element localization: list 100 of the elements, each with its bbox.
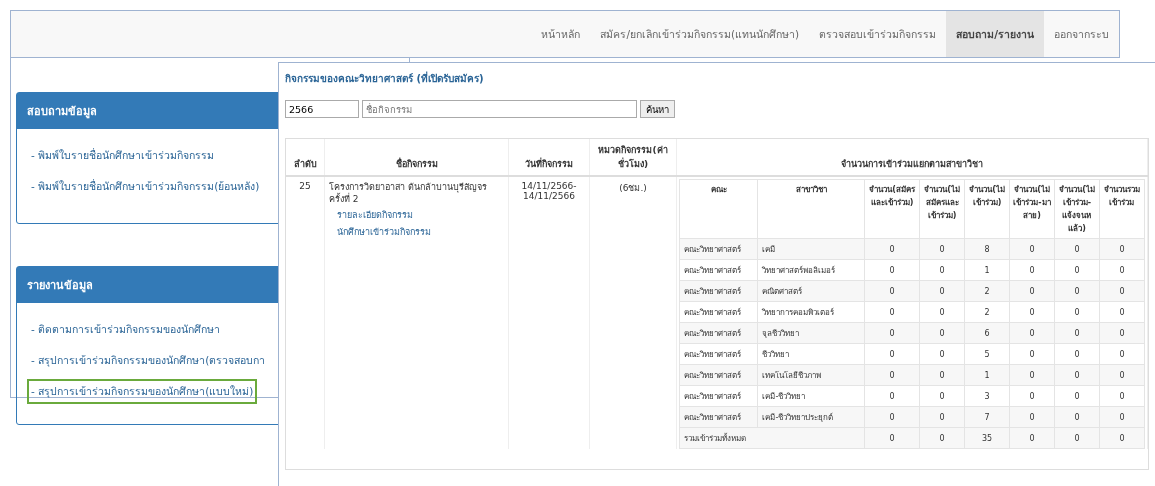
- table-cell: 0: [1054, 385, 1100, 407]
- column-header: ชื่อกิจกรรม: [324, 139, 509, 176]
- table-cell: 0: [1009, 238, 1055, 260]
- table-cell: 0: [1099, 280, 1145, 302]
- table-cell: เคมี-ชีววิทยา: [757, 385, 865, 407]
- table-cell: เทคโนโลยีชีวภาพ: [757, 364, 865, 386]
- table-cell: 0: [1099, 364, 1145, 386]
- sidebar-link[interactable]: - สรุปการเข้าร่วมกิจกรรมของนักศึกษา(ตรวจสอบกา: [27, 348, 270, 373]
- year-field[interactable]: 2566: [285, 100, 359, 118]
- table-cell: 14/11/2566-14/11/2566: [508, 176, 590, 449]
- table-cell: คณะวิทยาศาสตร์: [679, 406, 758, 428]
- table-cell: คณิตศาสตร์: [757, 280, 865, 302]
- table-cell: 7: [964, 406, 1010, 428]
- table-cell: 0: [919, 364, 965, 386]
- table-cell: 25: [286, 176, 325, 449]
- table-cell: จุลชีววิทยา: [757, 322, 865, 344]
- column-header: สาขาวิชา: [757, 179, 865, 239]
- table-cell: 0: [1054, 238, 1100, 260]
- nav-link[interactable]: ตรวจสอบเข้าร่วมกิจกรรม: [809, 11, 947, 57]
- table-cell: 0: [1099, 406, 1145, 428]
- table-cell: ชีววิทยา: [757, 343, 865, 365]
- table-cell: คณะวิทยาศาสตร์: [679, 238, 758, 260]
- table-cell: 0: [1009, 364, 1055, 386]
- table-cell: เคมี: [757, 238, 865, 260]
- table-cell: 0: [1054, 427, 1100, 449]
- table-cell: 0: [864, 238, 920, 260]
- table-cell: (6ชม.): [589, 176, 677, 449]
- table-cell: 0: [1099, 427, 1145, 449]
- table-cell: 2: [964, 301, 1010, 323]
- table-cell: 1: [964, 259, 1010, 281]
- table-cell: คณะวิทยาศาสตร์: [679, 343, 758, 365]
- table-cell: 0: [1054, 406, 1100, 428]
- table-cell: 0: [919, 427, 965, 449]
- column-header: จำนวนการเข้าร่วมแยกตามสาขาวิชา: [676, 139, 1148, 176]
- table-cell: 0: [1099, 322, 1145, 344]
- table-cell: 0: [1009, 385, 1055, 407]
- sidebar-link[interactable]: - สรุปการเข้าร่วมกิจกรรมของนักศึกษา(แบบใหม่): [27, 379, 258, 404]
- activity-link[interactable]: นักศึกษาเข้าร่วมกิจกรรม: [329, 225, 504, 240]
- table-cell: 0: [864, 427, 920, 449]
- table-cell: คณะวิทยาศาสตร์: [679, 322, 758, 344]
- table-cell: 0: [919, 301, 965, 323]
- table-cell: คณะวิทยาศาสตร์: [679, 301, 758, 323]
- table-cell: 2: [964, 280, 1010, 302]
- table-cell: 0: [1054, 364, 1100, 386]
- activity-name: โครงการวิดยาอาสา ต้นกล้าบานบุรีสัญจร ครั้งที่ 2: [329, 181, 488, 206]
- table-cell: 0: [1099, 343, 1145, 365]
- table-cell: 0: [1054, 343, 1100, 365]
- table-cell: 0: [919, 343, 965, 365]
- table-cell: 0: [864, 259, 920, 281]
- column-header: วันที่กิจกรรม: [508, 139, 590, 176]
- table-cell: 0: [1054, 301, 1100, 323]
- table-cell: 0: [1054, 280, 1100, 302]
- table-cell: 0: [864, 343, 920, 365]
- table-cell: 0: [864, 385, 920, 407]
- table-cell: วิทยาศาสตร์พอลิเมอร์: [757, 259, 865, 281]
- table-cell: 0: [1054, 259, 1100, 281]
- table-cell: 0: [1099, 385, 1145, 407]
- table-cell: 0: [1054, 322, 1100, 344]
- column-header: จำนวน(สมัครและเข้าร่วม): [864, 179, 920, 239]
- table-cell: 6: [964, 322, 1010, 344]
- column-header: จำนวน(ไม่เข้าร่วม): [964, 179, 1010, 239]
- table-cell: 0: [919, 280, 965, 302]
- column-header: จำนวนรวมเข้าร่วม: [1099, 179, 1145, 239]
- table-cell: 3: [964, 385, 1010, 407]
- table-cell: 0: [1009, 406, 1055, 428]
- sidebar-link[interactable]: - พิมพ์ใบรายชื่อนักศึกษาเข้าร่วมกิจกรรม(ย้อนหลัง): [27, 174, 264, 199]
- nav-link[interactable]: ออกจากระบ: [1044, 11, 1119, 57]
- table-cell: 0: [919, 406, 965, 428]
- nav-link[interactable]: สมัคร/ยกเลิกเข้าร่วมกิจกรรม(แทนนักศึกษา): [590, 11, 810, 57]
- table-cell: 0: [864, 322, 920, 344]
- table-cell: 0: [1099, 259, 1145, 281]
- table-cell: วิทยาการคอมพิวเตอร์: [757, 301, 865, 323]
- sidebar-link[interactable]: - พิมพ์ใบรายชื่อนักศึกษาเข้าร่วมกิจกรรม: [27, 143, 219, 168]
- table-cell: 0: [864, 406, 920, 428]
- search-button[interactable]: ค้นหา: [640, 100, 675, 118]
- table-cell: เคมี-ชีววิทยาประยุกต์: [757, 406, 865, 428]
- column-header: จำนวน(ไม่เข้าร่วม-แจ้งจนหแล้ว): [1054, 179, 1100, 239]
- table-cell: 35: [964, 427, 1010, 449]
- table-cell: รวมเข้าร่วมทั้งหมด: [679, 427, 865, 449]
- column-header: ลำดับ: [286, 139, 325, 176]
- table-cell: 0: [864, 364, 920, 386]
- table-cell: 0: [1009, 343, 1055, 365]
- table-cell: 0: [1099, 301, 1145, 323]
- activity-link[interactable]: รายละเอียดกิจกรรม: [329, 208, 504, 223]
- table-cell: 0: [919, 322, 965, 344]
- table-cell: 0: [864, 280, 920, 302]
- sidebar-link[interactable]: - ติดตามการเข้าร่วมกิจกรรมของนักศึกษา: [27, 317, 225, 342]
- nav-link[interactable]: สอบถาม/รายงาน: [946, 11, 1044, 57]
- table-cell: คณะวิทยาศาสตร์: [679, 280, 758, 302]
- column-header: จำนวน(ไม่สมัครและเข้าร่วม): [919, 179, 965, 239]
- table-cell: 0: [919, 385, 965, 407]
- table-cell: คณะวิทยาศาสตร์: [679, 259, 758, 281]
- table-cell: 1: [964, 364, 1010, 386]
- table-cell: 0: [919, 238, 965, 260]
- column-header: หมวดกิจกรรม(ค่าชั่วโมง): [589, 139, 677, 176]
- table-cell: 0: [1009, 427, 1055, 449]
- search-field[interactable]: ชื่อกิจกรรม: [362, 100, 637, 118]
- table-cell: 0: [919, 259, 965, 281]
- table-cell: 5: [964, 343, 1010, 365]
- nav-link[interactable]: หน้าหลัก: [531, 11, 591, 57]
